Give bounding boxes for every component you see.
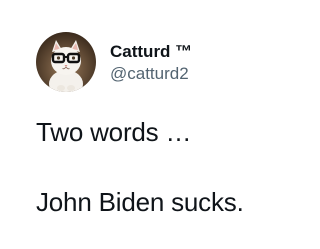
avatar[interactable] [36, 32, 96, 92]
tweet-card: Catturd ™ @catturd2 Two words … John Bid… [0, 0, 300, 249]
tweet-header: Catturd ™ @catturd2 [36, 32, 192, 92]
tweet-text-line: John Biden sucks. [36, 187, 244, 217]
author-display-name[interactable]: Catturd ™ [110, 41, 192, 62]
author-handle[interactable]: @catturd2 [110, 63, 192, 84]
author-names: Catturd ™ @catturd2 [110, 41, 192, 84]
tweet-text-line: Two words … [36, 117, 192, 147]
cat-with-glasses-avatar-icon [36, 32, 96, 92]
